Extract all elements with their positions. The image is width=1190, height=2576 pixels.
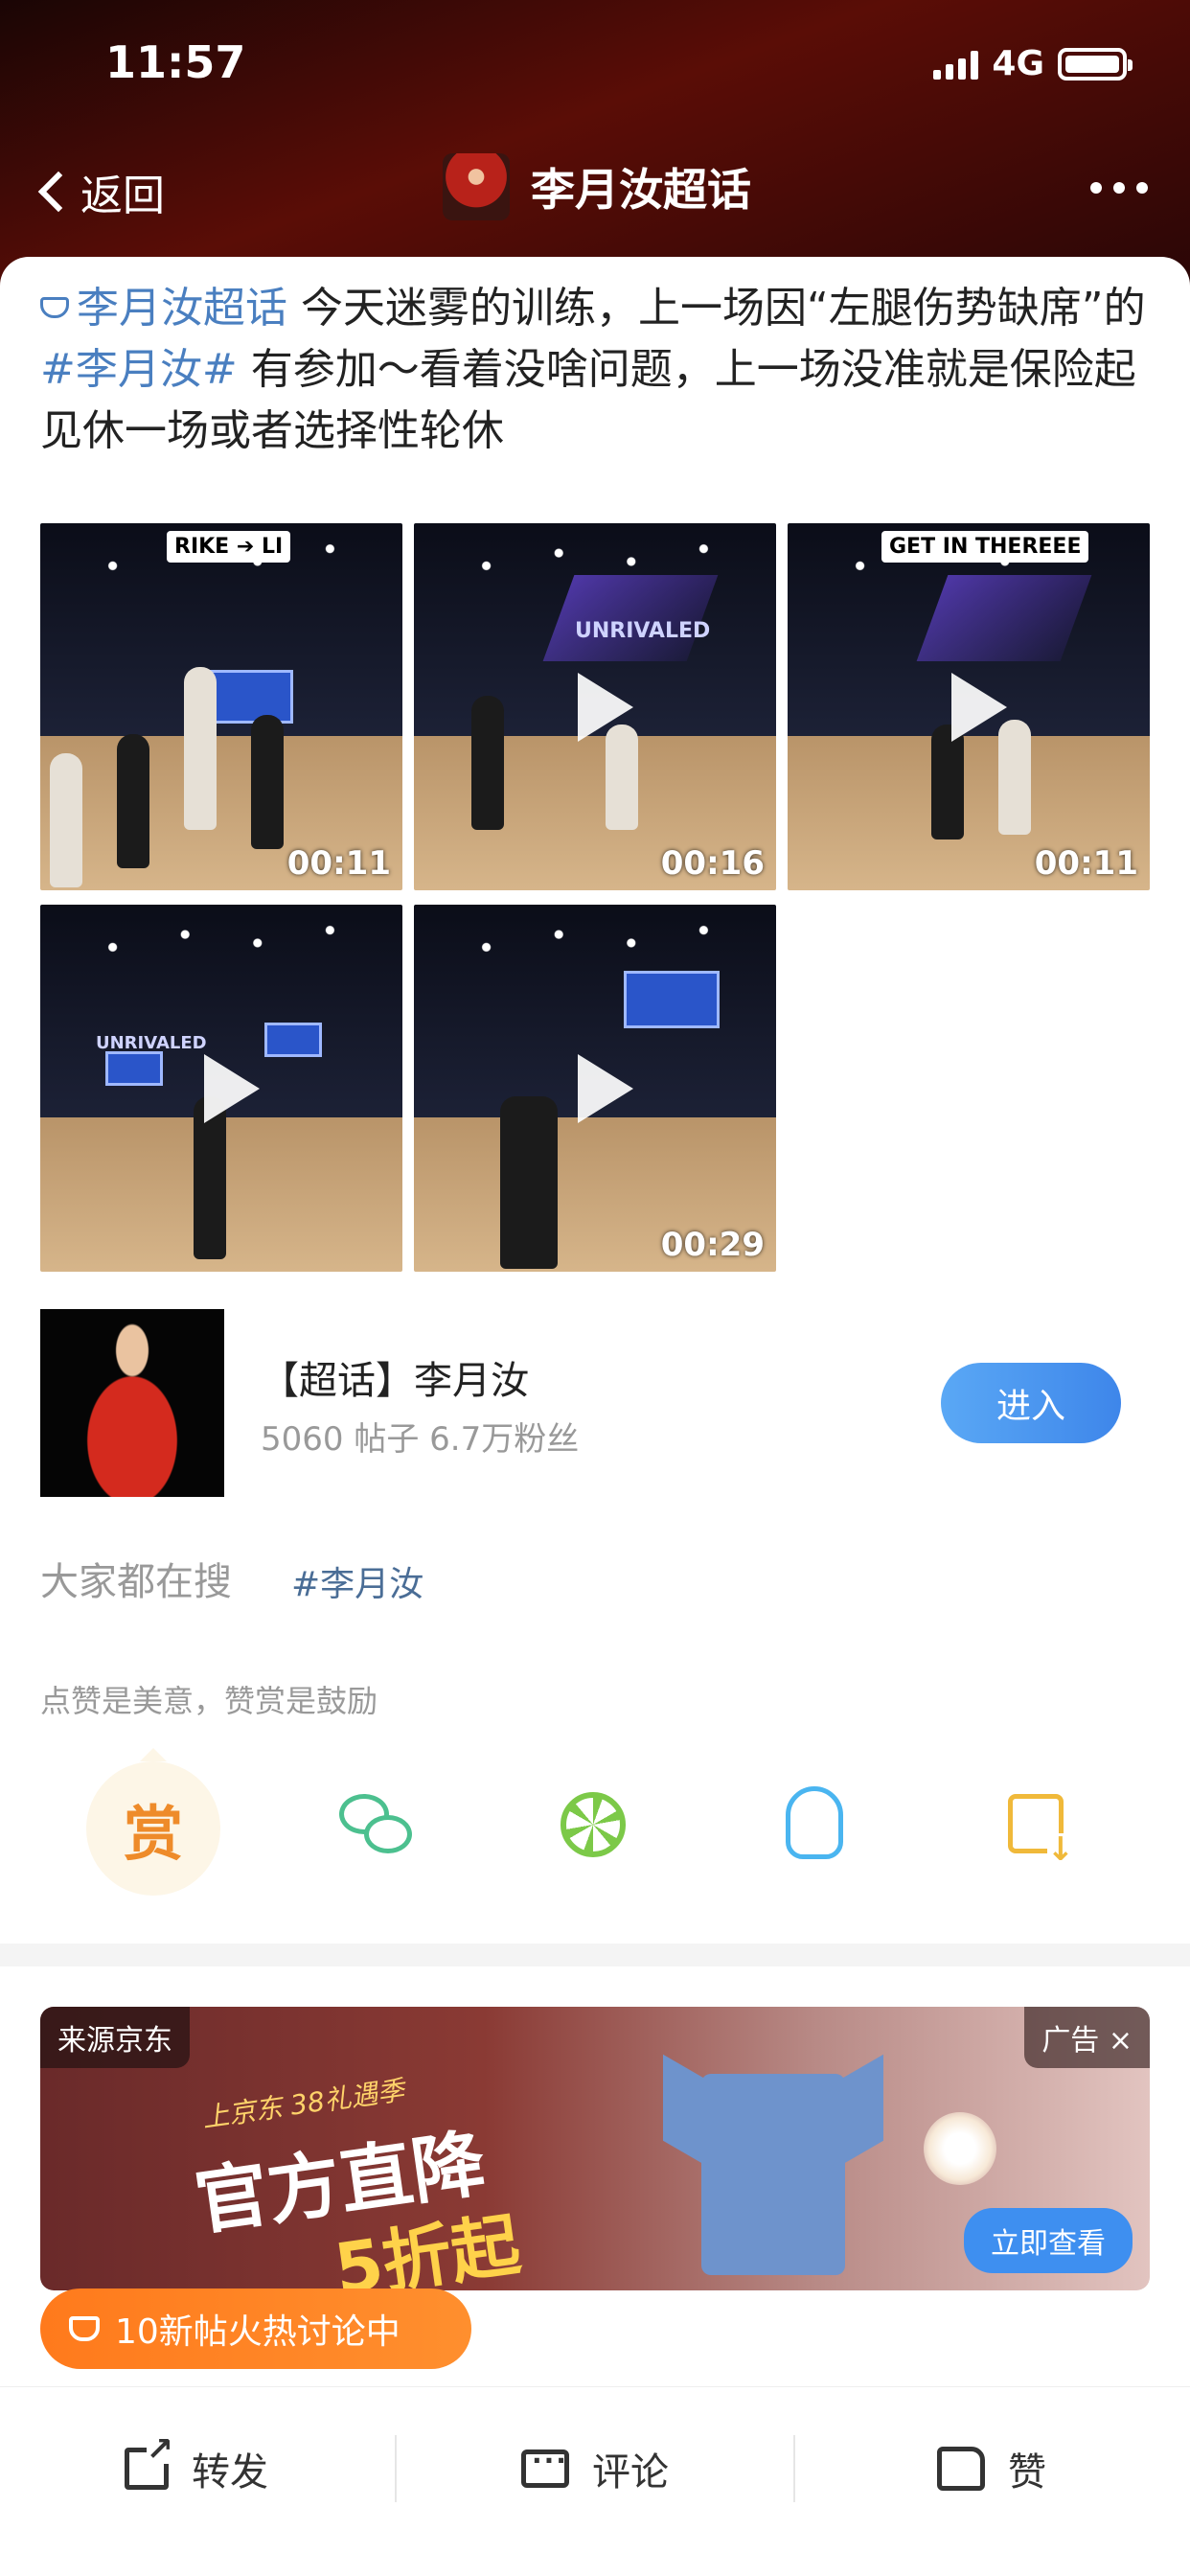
ad-close-label[interactable]: 广告 ×	[1024, 2007, 1150, 2068]
super-topic-title[interactable]: 【超话】李月汝	[261, 1349, 529, 1405]
hot-pill-label: 10新帖火热讨论中	[115, 2312, 400, 2352]
ad-banner[interactable]: 来源京东 广告 × 上京东 38礼遇季 官方直降 5折起 立即查看	[40, 2007, 1150, 2290]
separator	[395, 2435, 397, 2502]
nav-title-text: 李月汝超话	[531, 164, 751, 216]
play-icon	[578, 672, 633, 742]
lamp-image	[924, 2112, 996, 2185]
search-label: 大家都在搜	[40, 1560, 232, 1604]
video-overlay-tag: RIKE ➔ LI	[167, 531, 291, 563]
comment-button[interactable]: 评论	[521, 2441, 669, 2496]
section-divider	[0, 1944, 1190, 1966]
hashtag-link[interactable]: #李月汝#	[40, 345, 238, 394]
qq-icon[interactable]	[786, 1786, 843, 1859]
top-header: 11:57 4G 返回 李月汝超话	[0, 0, 1190, 288]
video-duration: 00:16	[660, 844, 765, 883]
topic-avatar	[443, 153, 510, 220]
repost-label: 转发	[192, 2450, 268, 2495]
video-duration: 00:11	[286, 844, 391, 883]
status-indicators: 4G	[933, 44, 1133, 83]
diamond-icon	[40, 297, 69, 318]
play-icon	[204, 1053, 260, 1123]
signal-icon	[933, 49, 979, 80]
play-icon	[578, 1053, 633, 1123]
diamond-icon	[69, 2316, 100, 2341]
video-thumbnail-1[interactable]: RIKE ➔ LI 00:11	[40, 523, 402, 890]
comment-label: 评论	[592, 2450, 669, 2495]
reward-icon[interactable]: 赏	[86, 1761, 220, 1896]
back-label: 返回	[80, 172, 165, 220]
status-time: 11:57	[105, 36, 246, 88]
hot-discussion-pill[interactable]: 10新帖火热讨论中	[40, 2288, 471, 2369]
network-type: 4G	[992, 44, 1044, 83]
like-label: 赞	[1008, 2450, 1046, 2495]
post-text-part1: 今天迷雾的训练，上一场因“左腿伤势缺席”的	[287, 284, 1146, 333]
video-duration: 00:11	[1034, 844, 1138, 883]
super-topic-meta: 5060 帖子 6.7万粉丝	[261, 1420, 580, 1459]
more-options-icon[interactable]	[1090, 182, 1148, 194]
comment-icon	[521, 2445, 569, 2488]
reward-hint: 点赞是美意，赞赏是鼓励	[40, 1683, 378, 1719]
battery-icon	[1058, 47, 1133, 80]
save-image-icon[interactable]	[1008, 1794, 1074, 1866]
separator	[793, 2435, 795, 2502]
video-overlay-tag: UNRIVALED	[575, 619, 711, 643]
back-button[interactable]: 返回	[33, 161, 165, 222]
ad-cta-button[interactable]: 立即查看	[964, 2208, 1133, 2273]
wechat-icon[interactable]	[339, 1794, 414, 1855]
ad-source: 来源京东	[40, 2007, 190, 2068]
video-overlay-tag: UNRIVALED	[96, 1033, 207, 1053]
repost-button[interactable]: 转发	[125, 2435, 268, 2496]
bottom-action-bar: 转发 评论 赞	[0, 2386, 1190, 2576]
video-duration: 00:29	[660, 1226, 765, 1264]
video-thumbnail-4[interactable]: UNRIVALED	[40, 905, 402, 1272]
thumbs-up-icon	[937, 2447, 985, 2491]
video-thumbnail-5[interactable]: 00:29	[414, 905, 776, 1272]
share-icon	[125, 2435, 173, 2490]
play-icon	[951, 672, 1007, 742]
search-hashtag[interactable]: #李月汝	[291, 1556, 423, 1606]
topic-link[interactable]: 李月汝超话	[40, 284, 287, 333]
enter-button[interactable]: 进入	[941, 1363, 1121, 1443]
super-topic-avatar[interactable]	[40, 1309, 224, 1497]
video-thumbnail-2[interactable]: UNRIVALED 00:16	[414, 523, 776, 890]
chevron-left-icon	[37, 171, 80, 213]
video-overlay-tag: GET IN THEREEE	[881, 531, 1089, 563]
tshirt-image	[663, 2045, 883, 2275]
like-button[interactable]: 赞	[937, 2441, 1046, 2496]
nav-title[interactable]: 李月汝超话	[443, 153, 751, 220]
moments-icon[interactable]	[561, 1792, 626, 1857]
post-body: 李月汝超话 今天迷雾的训练，上一场因“左腿伤势缺席”的#李月汝# 有参加～看着没…	[40, 278, 1152, 462]
video-thumbnail-3[interactable]: GET IN THEREEE 00:11	[788, 523, 1150, 890]
